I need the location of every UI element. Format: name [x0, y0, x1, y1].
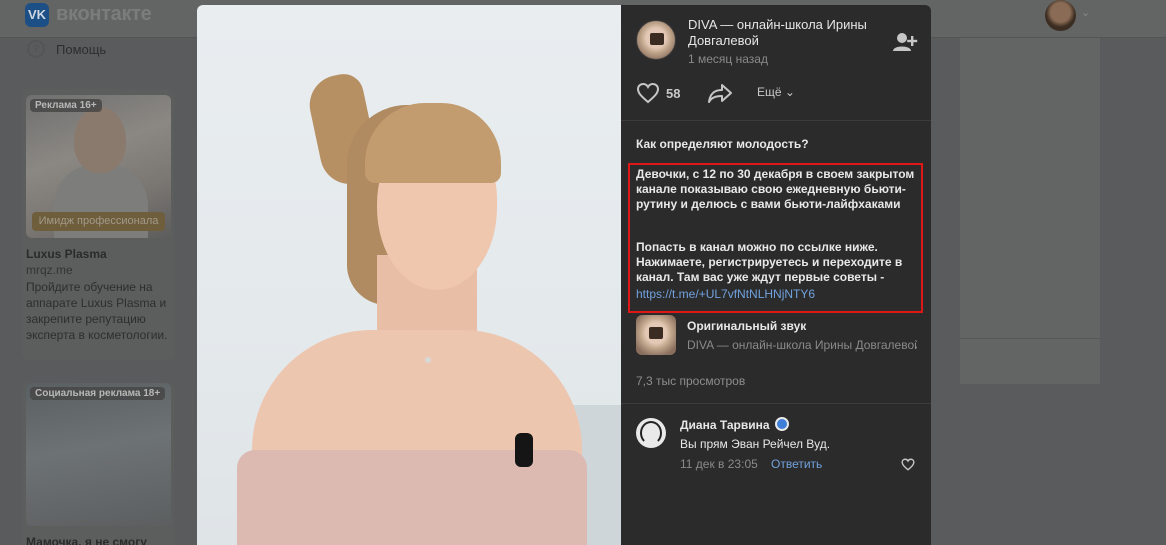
post-title: Как определяют молодость? [636, 137, 809, 151]
more-label: Ещё [757, 85, 782, 99]
more-button[interactable]: Ещё ⌄ [757, 85, 795, 99]
ad-text: Пройдите обучение на аппарате Luxus Plas… [26, 280, 168, 342]
ad-domain[interactable]: mrqz.me [26, 263, 73, 277]
video-necklace [425, 357, 431, 363]
comment-date[interactable]: 11 дек в 23:05 [680, 457, 758, 471]
post-text: Попасть в канал можно по ссылке ниже. На… [636, 240, 903, 284]
heart-icon [636, 82, 660, 104]
author-avatar[interactable] [636, 20, 676, 60]
share-icon[interactable] [707, 82, 733, 104]
original-sound-row[interactable]: Оригинальный звук DIVA — онлайн-школа Ир… [636, 315, 917, 357]
sound-thumbnail [636, 315, 676, 355]
ad-card[interactable]: Социальная реклама 18+ Мамочка, я не смо… [22, 383, 174, 545]
post-text: Девочки, с 12 по 30 декабря в своем закр… [636, 167, 915, 211]
author-name[interactable]: DIVA — онлайн-школа Ирины Довгалевой [688, 17, 888, 49]
ad-card[interactable]: Реклама 16+ Имидж профессионала Luxus Pl… [22, 89, 174, 360]
post-time[interactable]: 1 месяц назад [688, 52, 768, 66]
sidebar-item-help[interactable]: ? Помощь [27, 40, 106, 58]
chevron-down-icon: ⌄ [784, 85, 795, 99]
sound-title: Оригинальный звук [687, 319, 807, 333]
post-panel: DIVA — онлайн-школа Ирины Довгалевой 1 м… [621, 5, 931, 545]
ad-age-badge: Социальная реклама 18+ [30, 387, 166, 400]
help-icon: ? [27, 40, 45, 58]
reply-button[interactable]: Ответить [771, 457, 822, 471]
ad-image[interactable]: Реклама 16+ Имидж профессионала [26, 95, 171, 238]
avatar-detail [649, 327, 663, 339]
divider [621, 403, 931, 404]
video-microphone [515, 433, 533, 467]
ad-image[interactable]: Социальная реклама 18+ [26, 383, 171, 526]
like-count: 58 [666, 85, 681, 101]
sound-author: DIVA — онлайн-школа Ирины Довгалевой [687, 338, 917, 352]
divider [621, 120, 931, 121]
clip-viewer-modal: DIVA — онлайн-школа Ирины Довгалевой 1 м… [197, 5, 931, 545]
verified-badge-icon [775, 417, 789, 431]
post-link[interactable]: https://t.me/+UL7vfNtNLHNjNTY6 [636, 287, 815, 301]
ad-image-face [74, 107, 126, 173]
video-clothing [237, 450, 587, 545]
view-count: 7,3 тыс просмотров [636, 374, 746, 388]
brand-wordmark[interactable]: вконтакте [56, 3, 152, 26]
sidebar-item-label: Помощь [56, 41, 107, 57]
ad-title[interactable]: Мамочка, я не смогу [26, 535, 147, 545]
avatar-detail [640, 421, 662, 445]
divider [960, 338, 1100, 339]
background-feed-card [960, 38, 1100, 384]
like-button[interactable]: 58 [636, 82, 680, 104]
user-avatar[interactable] [1045, 0, 1076, 31]
ad-banner: Имидж профессионала [32, 212, 165, 231]
avatar-detail [650, 33, 664, 45]
comment-text: Вы прям Эван Рейчел Вуд. [680, 437, 831, 451]
ad-age-badge: Реклама 16+ [30, 99, 102, 112]
commenter-avatar[interactable] [636, 418, 666, 448]
add-friend-icon[interactable] [892, 31, 918, 53]
comment-author[interactable]: Диана Тарвина [680, 418, 770, 432]
heart-icon[interactable] [901, 458, 915, 471]
chevron-down-icon[interactable]: ⌄ [1081, 6, 1090, 19]
vk-logo-icon[interactable]: VK [25, 3, 49, 27]
video-player[interactable] [197, 5, 621, 545]
ad-title[interactable]: Luxus Plasma [26, 247, 107, 261]
